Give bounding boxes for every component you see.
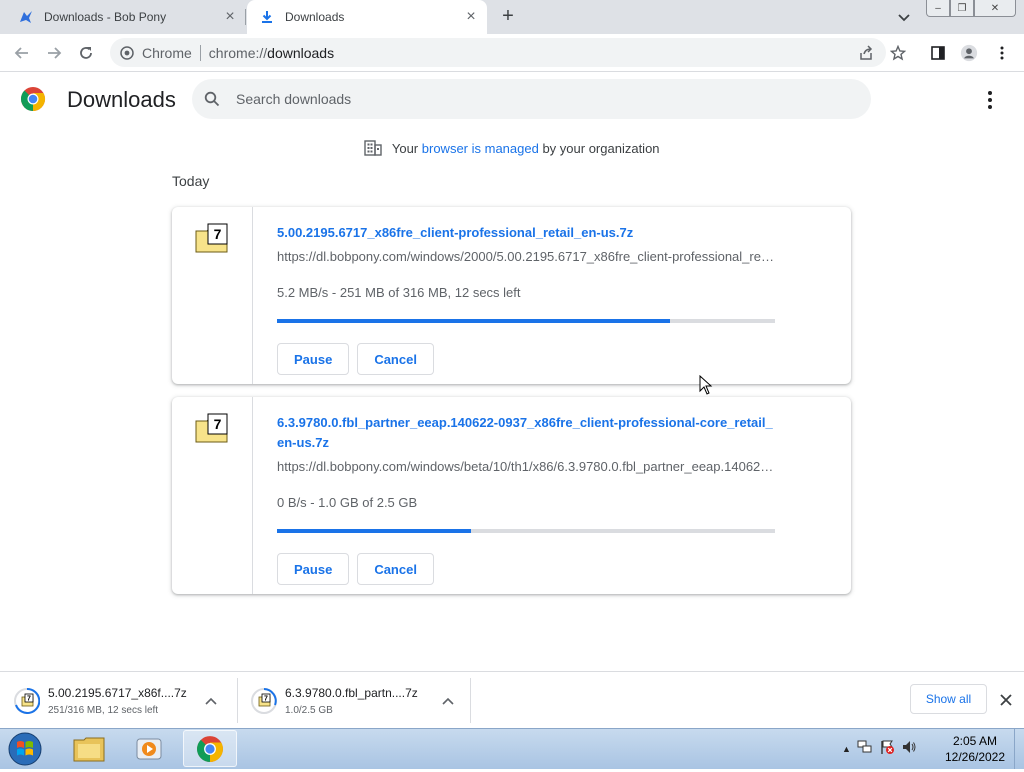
pause-button[interactable]: Pause bbox=[277, 343, 350, 375]
tab-title: Downloads - Bob Pony bbox=[44, 10, 167, 24]
close-tab-icon[interactable]: × bbox=[222, 9, 238, 25]
shelf-item[interactable]: 7 5.00.2195.6717_x86f....7z 251/316 MB, … bbox=[0, 672, 237, 729]
chrome-menu-icon[interactable] bbox=[993, 44, 1011, 62]
svg-text:7: 7 bbox=[264, 695, 268, 702]
show-desktop-button[interactable] bbox=[1014, 729, 1024, 769]
shelf-divider bbox=[470, 678, 471, 723]
media-player-taskbar-icon[interactable] bbox=[122, 730, 176, 767]
downloads-menu-icon[interactable] bbox=[982, 88, 998, 112]
download-card: 7 5.00.2195.6717_x86fre_client-professio… bbox=[172, 207, 851, 384]
svg-text:7: 7 bbox=[214, 226, 222, 242]
browser-managed-link[interactable]: browser is managed bbox=[422, 141, 539, 156]
close-tab-icon[interactable]: × bbox=[463, 9, 479, 25]
browser-toolbar: Chrome chrome://downloads bbox=[0, 34, 1024, 72]
clock-date: 12/26/2022 bbox=[944, 750, 1006, 764]
search-icon bbox=[204, 91, 220, 107]
forward-arrow-icon[interactable] bbox=[45, 44, 63, 62]
chrome-taskbar-icon[interactable] bbox=[183, 730, 237, 767]
downloads-header: Downloads bbox=[0, 72, 1024, 128]
cancel-button[interactable]: Cancel bbox=[357, 553, 434, 585]
7z-archive-progress-icon: 7 bbox=[251, 687, 277, 714]
svg-text:7: 7 bbox=[214, 416, 222, 432]
bookmark-star-icon[interactable] bbox=[889, 44, 907, 62]
profile-avatar-icon[interactable] bbox=[960, 44, 978, 62]
download-status: 0 B/s - 1.0 GB of 2.5 GB bbox=[277, 495, 418, 510]
share-icon[interactable] bbox=[857, 44, 875, 62]
shelf-item-status: 251/316 MB, 12 secs left bbox=[48, 704, 159, 716]
bird-favicon-icon bbox=[18, 9, 34, 25]
search-input[interactable] bbox=[234, 90, 838, 108]
search-downloads-box[interactable] bbox=[192, 79, 871, 119]
shelf-item[interactable]: 7 6.3.9780.0.fbl_partn....7z 1.0/2.5 GB bbox=[237, 672, 470, 729]
show-hidden-icons-icon[interactable]: ▲ bbox=[842, 744, 851, 754]
download-status: 5.2 MB/s - 251 MB of 316 MB, 12 secs lef… bbox=[277, 285, 521, 300]
window-close-button[interactable]: ✕ bbox=[974, 0, 1016, 17]
card-icon-column: 7 bbox=[172, 207, 253, 384]
managed-notice: Your browser is managed by your organiza… bbox=[0, 140, 1024, 159]
shelf-item-name: 6.3.9780.0.fbl_partn....7z bbox=[285, 685, 418, 700]
download-source-url[interactable]: https://dl.bobpony.com/windows/beta/10/t… bbox=[277, 459, 775, 475]
taskbar-clock[interactable]: 2:05 AM 12/26/2022 bbox=[940, 733, 1010, 765]
date-section-label: Today bbox=[172, 173, 210, 189]
tab-search-chevron-icon[interactable] bbox=[896, 9, 912, 25]
reload-icon[interactable] bbox=[77, 44, 95, 62]
windows-taskbar: ▲ 2:05 AM 12/26/2022 bbox=[0, 728, 1024, 769]
7z-archive-icon: 7 bbox=[195, 223, 229, 258]
download-shelf: 7 5.00.2195.6717_x86f....7z 251/316 MB, … bbox=[0, 671, 1024, 729]
window-controls: – ❐ ✕ bbox=[926, 0, 1016, 18]
omnibox-divider bbox=[199, 44, 201, 61]
tab-title: Downloads bbox=[285, 10, 345, 24]
url-text: chrome://downloads bbox=[208, 44, 335, 61]
chrome-site-icon bbox=[120, 45, 134, 60]
cancel-button[interactable]: Cancel bbox=[357, 343, 434, 375]
tab-bob-pony[interactable]: Downloads - Bob Pony × bbox=[0, 0, 246, 34]
chevron-up-icon[interactable] bbox=[204, 694, 218, 708]
7z-archive-progress-icon: 7 bbox=[14, 687, 40, 714]
file-explorer-taskbar-icon[interactable] bbox=[62, 730, 116, 767]
mouse-cursor-icon bbox=[699, 374, 713, 400]
new-tab-button[interactable]: + bbox=[498, 6, 518, 27]
action-center-flag-icon[interactable] bbox=[879, 739, 895, 760]
close-shelf-icon[interactable] bbox=[998, 692, 1014, 708]
back-arrow-icon[interactable] bbox=[13, 44, 31, 62]
restore-button[interactable]: ❐ bbox=[950, 0, 974, 17]
card-icon-column: 7 bbox=[172, 397, 253, 594]
managed-prefix: Your bbox=[391, 140, 419, 156]
tab-downloads[interactable]: Downloads × bbox=[247, 0, 487, 34]
download-favicon-icon bbox=[259, 9, 275, 25]
chrome-logo-icon bbox=[20, 86, 46, 112]
progress-fill bbox=[277, 319, 671, 323]
tab-strip: Downloads - Bob Pony × Downloads × + – ❐… bbox=[0, 0, 1024, 34]
shelf-item-status: 1.0/2.5 GB bbox=[285, 704, 333, 716]
chevron-up-icon[interactable] bbox=[441, 694, 455, 708]
download-filename-link[interactable]: 6.3.9780.0.fbl_partner_eeap.140622-0937_… bbox=[277, 413, 775, 453]
volume-icon[interactable] bbox=[901, 739, 917, 760]
svg-text:7: 7 bbox=[27, 695, 31, 702]
system-tray: ▲ bbox=[842, 729, 917, 769]
7z-archive-icon: 7 bbox=[195, 413, 229, 448]
pause-button[interactable]: Pause bbox=[277, 553, 350, 585]
download-details: 5.00.2195.6717_x86fre_client-professiona… bbox=[277, 223, 775, 375]
managed-suffix: by your organization bbox=[542, 140, 660, 156]
shelf-item-name: 5.00.2195.6717_x86f....7z bbox=[48, 685, 187, 700]
start-button[interactable] bbox=[6, 731, 44, 767]
download-progress-bar bbox=[277, 319, 775, 323]
download-details: 6.3.9780.0.fbl_partner_eeap.140622-0937_… bbox=[277, 413, 775, 585]
download-source-url[interactable]: https://dl.bobpony.com/windows/2000/5.00… bbox=[277, 249, 775, 265]
site-chip-label: Chrome bbox=[142, 44, 192, 61]
download-filename-link[interactable]: 5.00.2195.6717_x86fre_client-professiona… bbox=[277, 223, 775, 243]
side-panel-icon[interactable] bbox=[929, 44, 947, 62]
show-all-button[interactable]: Show all bbox=[910, 684, 987, 714]
address-bar[interactable]: Chrome chrome://downloads bbox=[110, 38, 886, 67]
network-icon[interactable] bbox=[857, 739, 873, 760]
progress-fill bbox=[277, 529, 472, 533]
download-progress-bar bbox=[277, 529, 775, 533]
clock-time: 2:05 AM bbox=[952, 734, 998, 748]
building-icon bbox=[364, 140, 383, 159]
page-title: Downloads bbox=[67, 87, 176, 112]
minimize-button[interactable]: – bbox=[926, 0, 950, 17]
download-card: 7 6.3.9780.0.fbl_partner_eeap.140622-093… bbox=[172, 397, 851, 594]
